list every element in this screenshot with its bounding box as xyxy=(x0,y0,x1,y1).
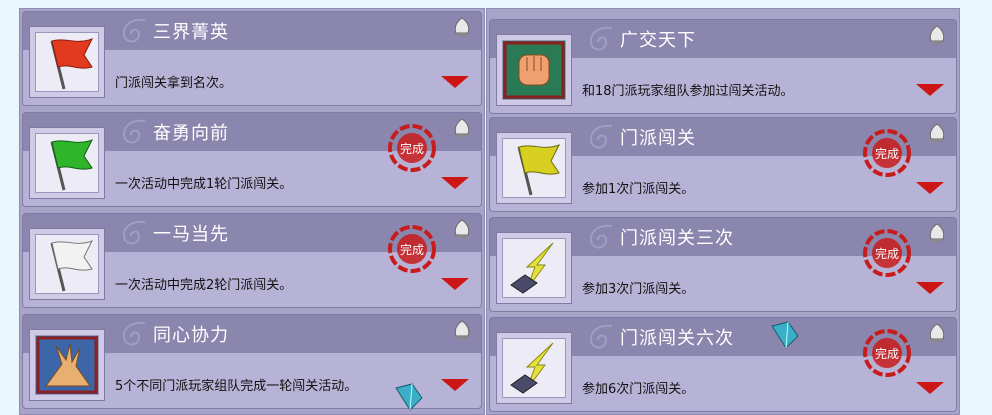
green-flag-icon xyxy=(50,139,94,191)
achievement-icon-frame xyxy=(496,132,572,204)
achievement-icon-frame xyxy=(496,34,572,106)
achievement-icon-frame xyxy=(496,332,572,404)
stamp-text: 完成 xyxy=(875,346,899,361)
achievement-card[interactable]: 三界菁英 门派闯关拿到名次。 xyxy=(22,11,482,106)
lightning-anvil-icon xyxy=(510,242,554,294)
fist-icon xyxy=(503,41,565,99)
achievement-description: 一次活动中完成2轮门派闯关。 xyxy=(115,278,293,293)
completed-stamp-icon: 完成 xyxy=(863,329,911,377)
achievement-card[interactable]: 门派闯关 参加1次门派闯关。 完成 xyxy=(489,117,957,212)
expand-arrow-icon[interactable] xyxy=(441,379,469,391)
achievement-icon-frame xyxy=(29,228,105,300)
achievement-description: 5个不同门派玩家组队完成一轮闯关活动。 xyxy=(115,379,358,394)
stamp-text: 完成 xyxy=(400,141,424,156)
swirl-decoration-icon xyxy=(590,124,613,149)
swirl-decoration-icon xyxy=(123,321,146,346)
stamp-text: 完成 xyxy=(400,242,424,257)
red-flag-icon xyxy=(50,38,94,90)
expand-arrow-icon[interactable] xyxy=(441,76,469,88)
achievement-title: 同心协力 xyxy=(153,325,229,346)
achievement-card[interactable]: 一马当先 一次活动中完成2轮门派闯关。 完成 xyxy=(22,213,482,308)
swirl-decoration-icon xyxy=(123,220,146,245)
expand-arrow-icon[interactable] xyxy=(916,382,944,394)
completed-stamp-icon: 完成 xyxy=(863,229,911,277)
completed-stamp-icon: 完成 xyxy=(863,129,911,177)
expand-arrow-icon[interactable] xyxy=(441,177,469,189)
achievement-description: 参加3次门派闯关。 xyxy=(582,282,695,297)
shell-icon[interactable] xyxy=(451,319,473,341)
achievement-title: 门派闯关六次 xyxy=(620,328,734,349)
achievement-icon-frame xyxy=(29,127,105,199)
gem-cursor-icon xyxy=(771,321,799,349)
shell-icon[interactable] xyxy=(926,322,948,344)
achievement-title: 奋勇向前 xyxy=(153,123,229,144)
shell-icon[interactable] xyxy=(451,218,473,240)
stamp-text: 完成 xyxy=(875,246,899,261)
shell-icon[interactable] xyxy=(926,222,948,244)
expand-arrow-icon[interactable] xyxy=(916,84,944,96)
achievement-column-left: 三界菁英 门派闯关拿到名次。 奋勇向前 一次活动中完成1轮门派闯关。 完成 一马… xyxy=(19,8,485,415)
swirl-decoration-icon xyxy=(590,26,613,51)
shell-icon[interactable] xyxy=(926,24,948,46)
shell-icon[interactable] xyxy=(926,122,948,144)
achievement-title: 一马当先 xyxy=(153,224,229,245)
completed-stamp-icon: 完成 xyxy=(388,225,436,273)
achievement-title: 门派闯关三次 xyxy=(620,228,734,249)
gem-cursor-icon xyxy=(395,383,423,411)
yellow-flag-icon xyxy=(517,144,561,196)
achievement-icon-frame xyxy=(496,232,572,304)
lightning-anvil-icon xyxy=(510,342,554,394)
shell-icon[interactable] xyxy=(451,117,473,139)
swirl-decoration-icon xyxy=(590,224,613,249)
achievement-description: 和18门派玩家组队参加过闯关活动。 xyxy=(582,84,794,99)
expand-arrow-icon[interactable] xyxy=(441,278,469,290)
achievement-description: 参加6次门派闯关。 xyxy=(582,382,695,397)
achievement-card[interactable]: 门派闯关六次 参加6次门派闯关。 完成 xyxy=(489,317,957,412)
swirl-decoration-icon xyxy=(590,324,613,349)
achievement-column-right: 广交天下 和18门派玩家组队参加过闯关活动。 门派闯关 参加1次门派闯关。 完成… xyxy=(486,8,960,415)
expand-arrow-icon[interactable] xyxy=(916,282,944,294)
achievement-card[interactable]: 门派闯关三次 参加3次门派闯关。 完成 xyxy=(489,217,957,312)
swirl-decoration-icon xyxy=(123,18,146,43)
achievement-card[interactable]: 广交天下 和18门派玩家组队参加过闯关活动。 xyxy=(489,19,957,114)
achievement-description: 一次活动中完成1轮门派闯关。 xyxy=(115,177,293,192)
completed-stamp-icon: 完成 xyxy=(388,124,436,172)
achievement-title: 广交天下 xyxy=(620,30,696,51)
achievement-icon-frame xyxy=(29,26,105,98)
shell-icon[interactable] xyxy=(451,16,473,38)
achievement-card[interactable]: 奋勇向前 一次活动中完成1轮门派闯关。 完成 xyxy=(22,112,482,207)
expand-arrow-icon[interactable] xyxy=(916,182,944,194)
achievement-title: 三界菁英 xyxy=(153,22,229,43)
achievement-icon-frame xyxy=(29,329,105,401)
swirl-decoration-icon xyxy=(123,119,146,144)
achievement-title: 门派闯关 xyxy=(620,128,696,149)
achievement-description: 门派闯关拿到名次。 xyxy=(115,76,233,91)
white-flag-icon xyxy=(50,240,94,292)
hands-icon xyxy=(36,336,98,394)
stamp-text: 完成 xyxy=(875,146,899,161)
achievement-description: 参加1次门派闯关。 xyxy=(582,182,695,197)
